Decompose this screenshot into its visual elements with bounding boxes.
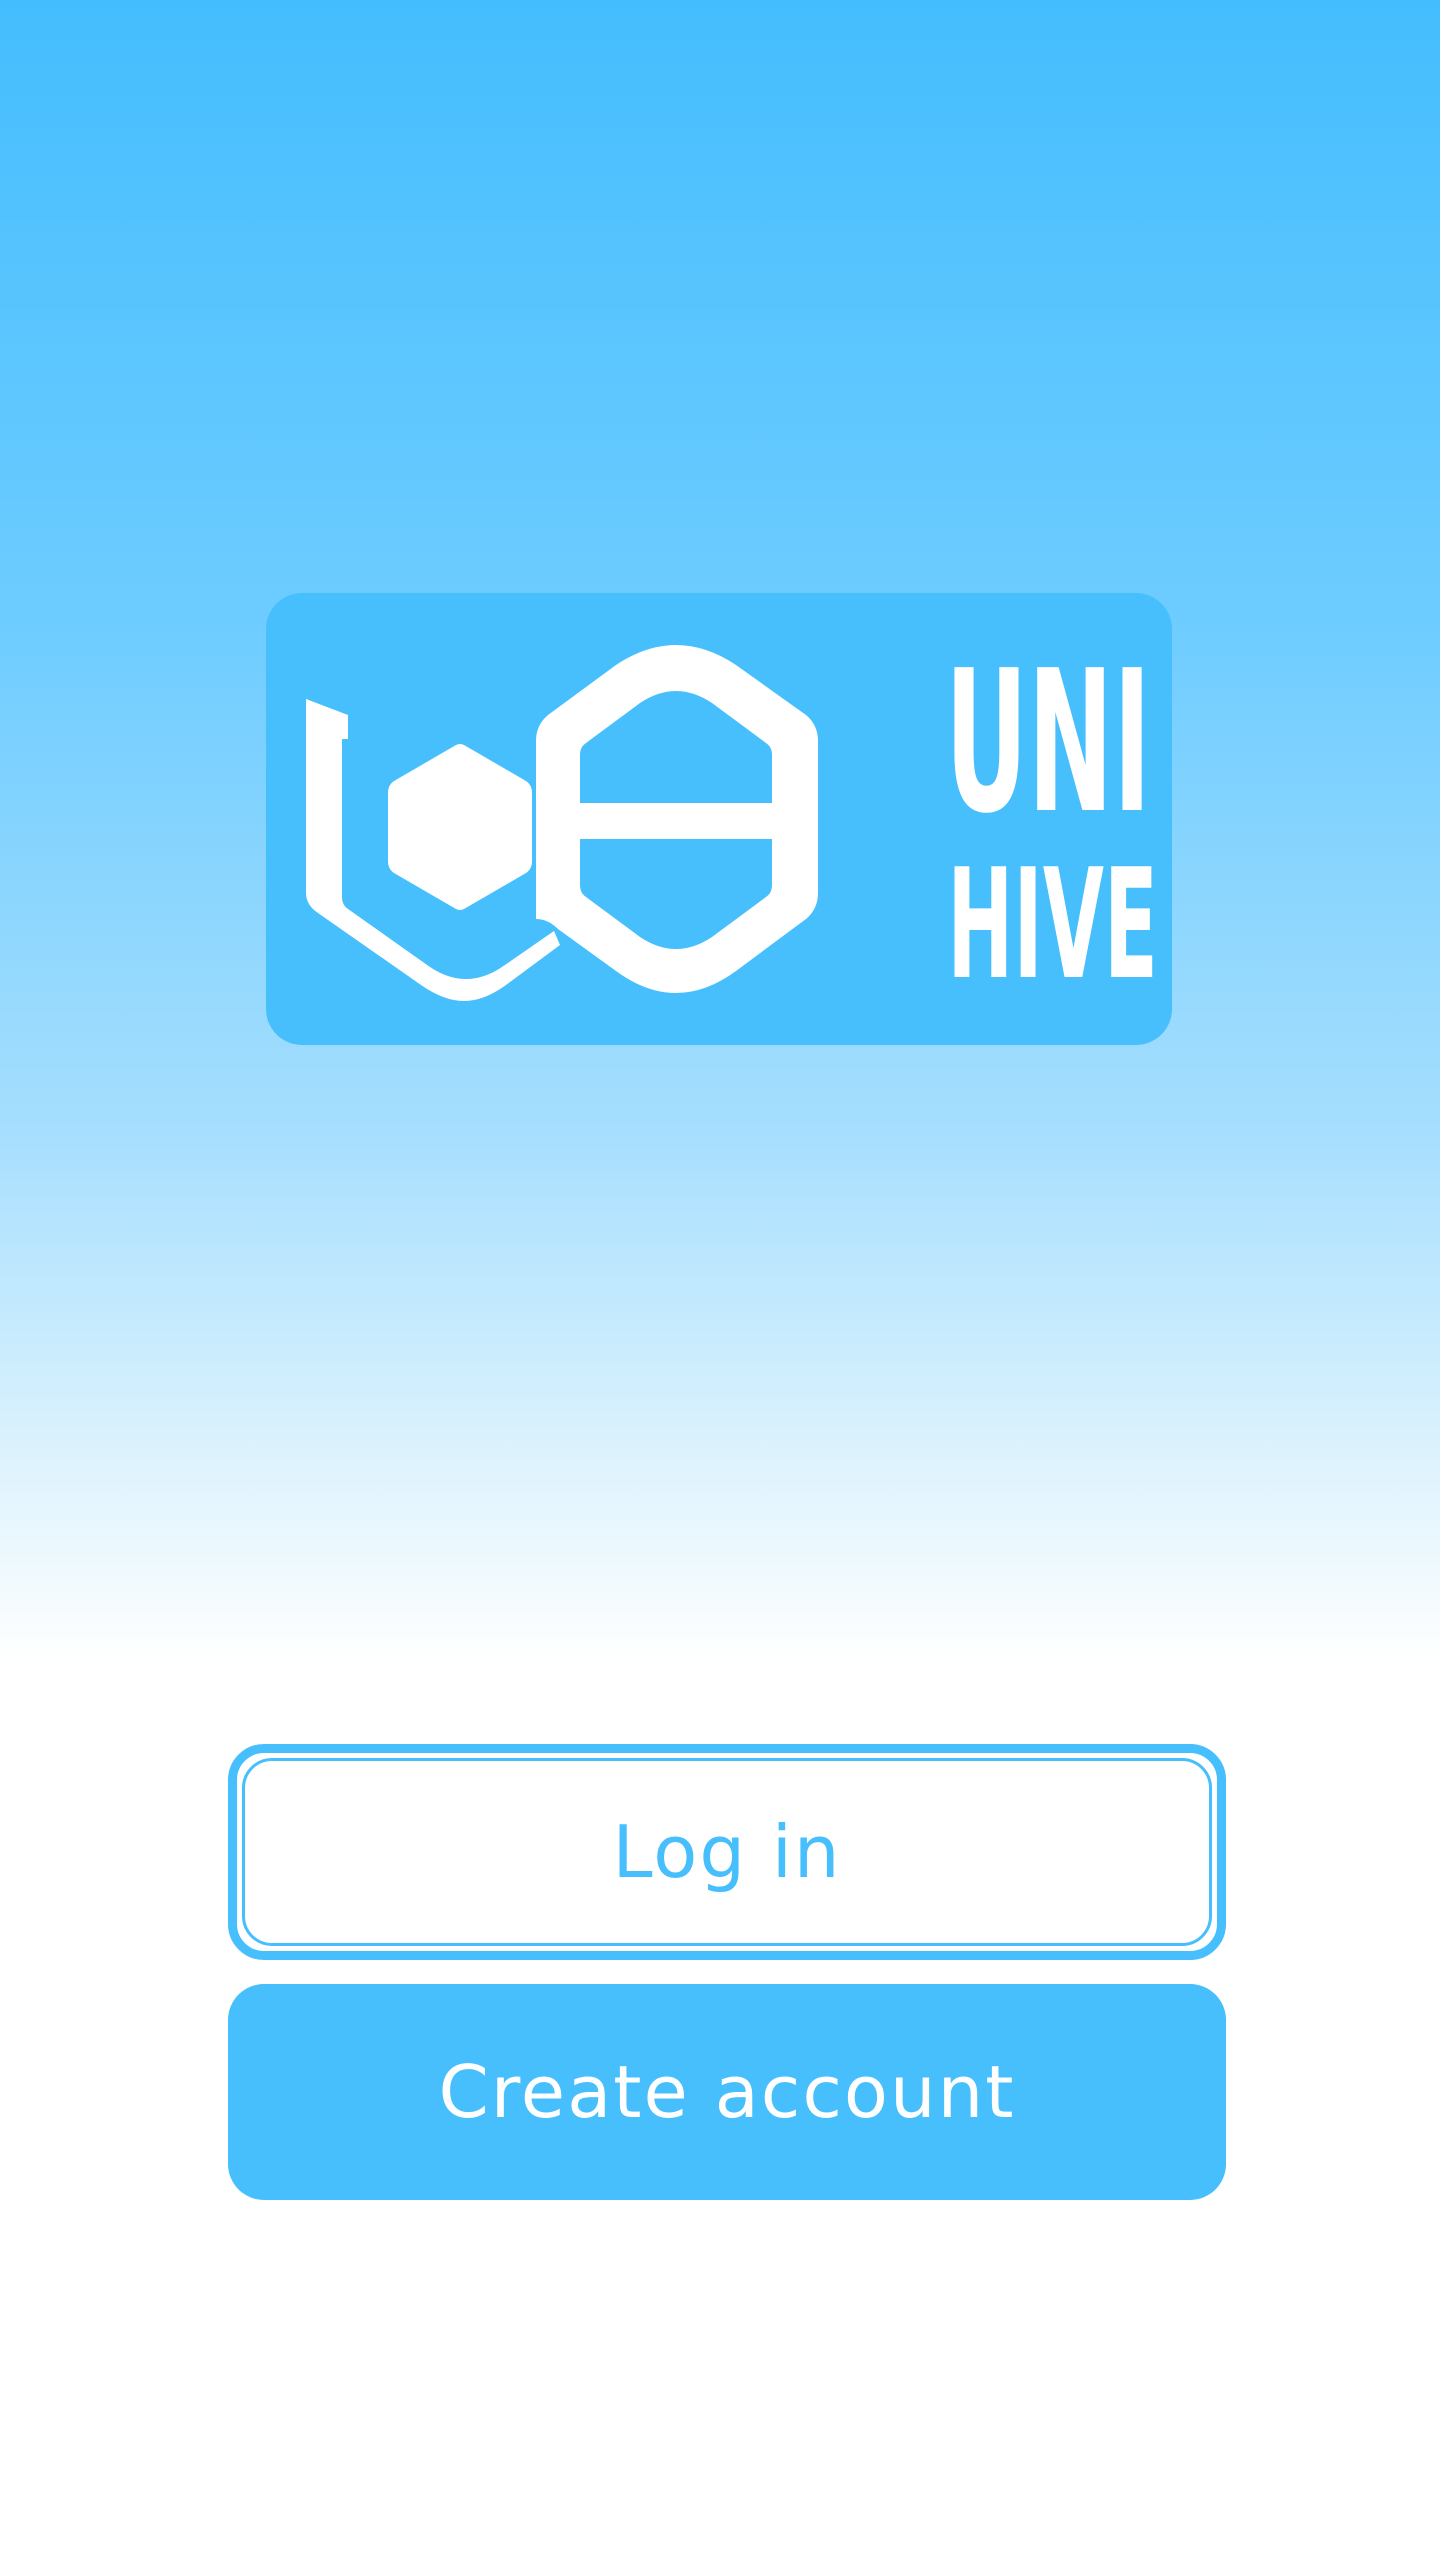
create-account-button[interactable]: Create account bbox=[228, 1984, 1226, 2200]
login-button-label: Log in bbox=[612, 1810, 842, 1894]
logo-word-uni: UNI bbox=[850, 645, 1151, 841]
logo-word-uni-text: UNI bbox=[945, 629, 1152, 857]
login-button[interactable]: Log in bbox=[228, 1744, 1226, 1960]
logo-word-hive-text: HIVE bbox=[947, 836, 1158, 1013]
app-logo: UNI HIVE bbox=[266, 593, 1172, 1045]
logo-word-hive: HIVE bbox=[850, 849, 1158, 1001]
create-account-button-label: Create account bbox=[438, 2050, 1016, 2134]
